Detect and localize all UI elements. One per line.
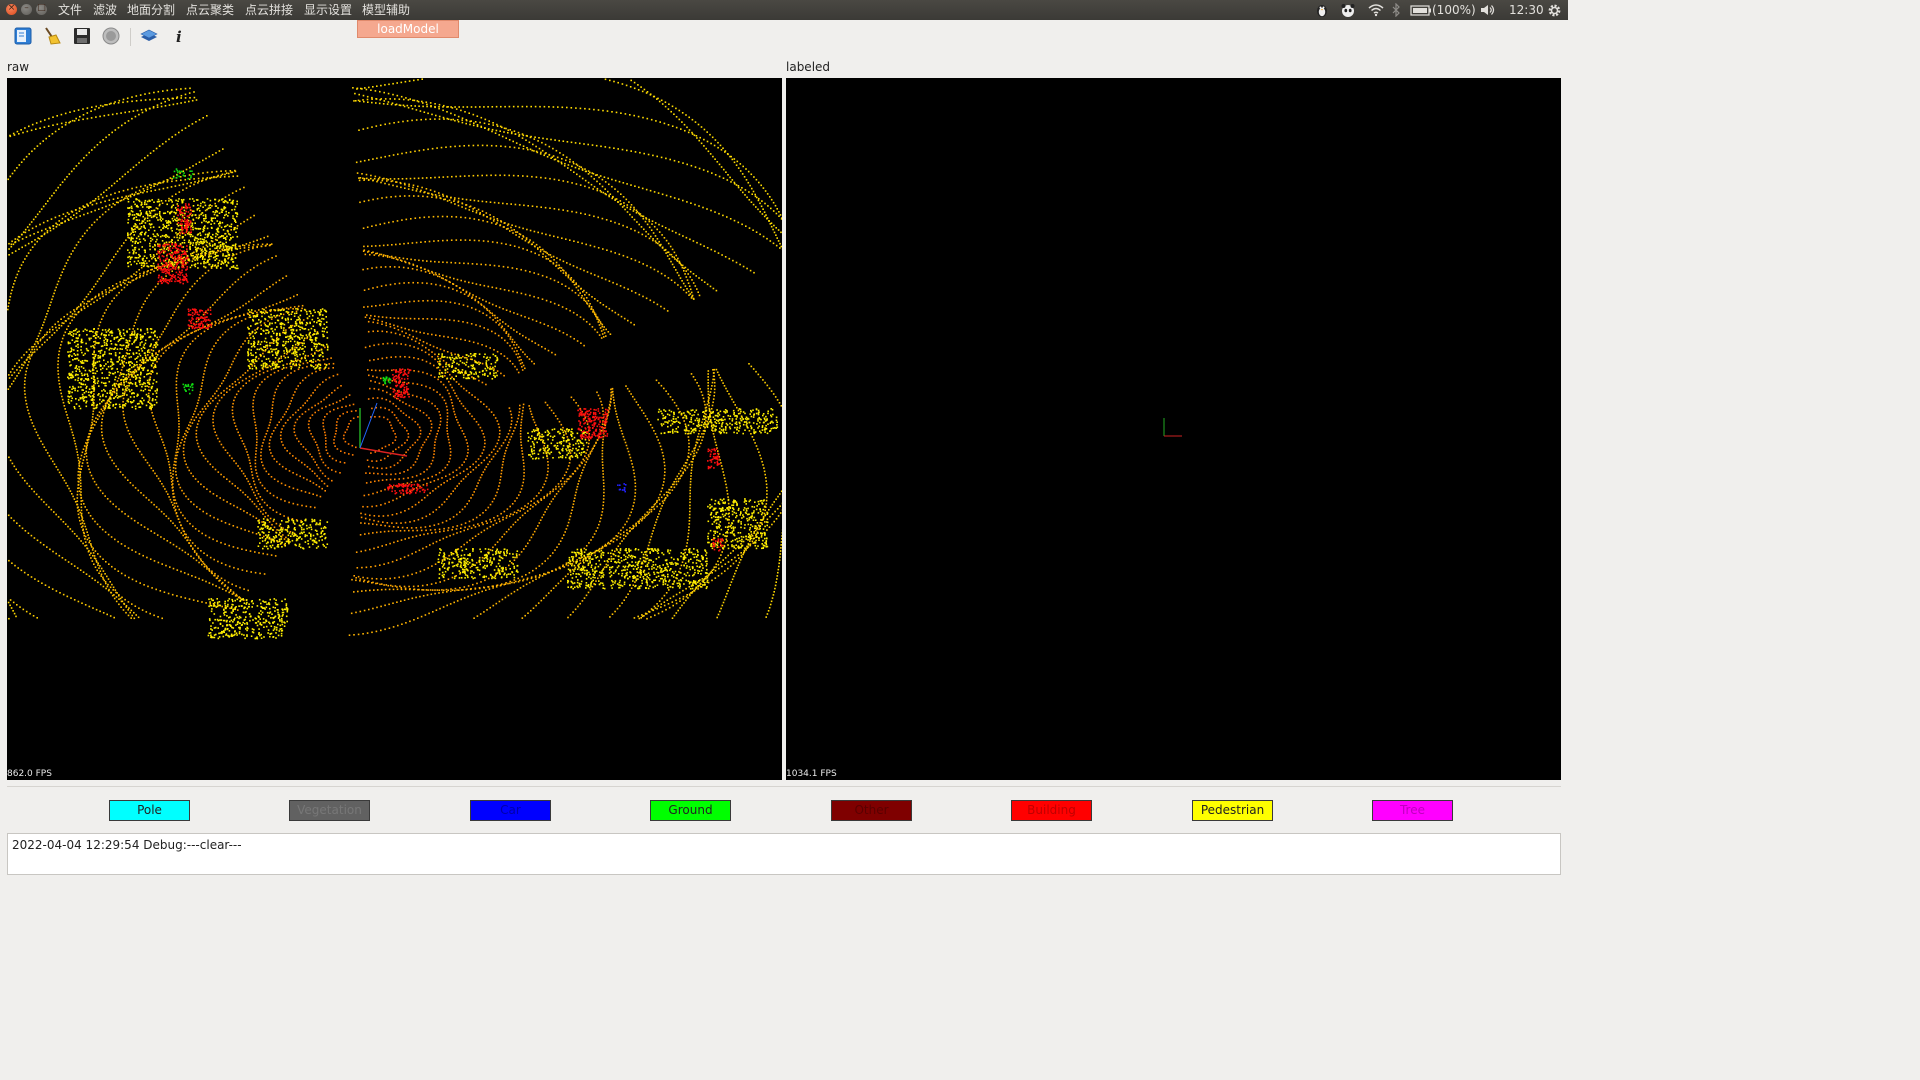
class-button-vegetation[interactable]: Vegetation bbox=[289, 800, 370, 821]
raw-fps-counter: 862.0 FPS bbox=[7, 769, 52, 779]
class-button-other[interactable]: Other bbox=[831, 800, 912, 821]
clean-broom-icon[interactable] bbox=[42, 26, 62, 46]
volume-icon[interactable] bbox=[1480, 3, 1496, 20]
penguin-icon[interactable] bbox=[1314, 3, 1330, 20]
battery-percent: (100%) bbox=[1432, 3, 1476, 17]
svg-text:i: i bbox=[176, 28, 182, 46]
raw-pane-title: raw bbox=[7, 60, 30, 74]
toolbar-separator bbox=[130, 28, 131, 46]
window-maximize-button[interactable]: □ bbox=[36, 3, 47, 15]
window-minimize-button[interactable]: – bbox=[21, 3, 32, 15]
panda-icon[interactable] bbox=[1340, 3, 1356, 20]
class-button-pole[interactable]: Pole bbox=[109, 800, 190, 821]
battery-indicator[interactable]: (100%) bbox=[1410, 3, 1476, 17]
class-button-car[interactable]: Car bbox=[470, 800, 551, 821]
menu-file[interactable]: 文件 bbox=[58, 3, 82, 17]
debug-log-output[interactable]: 2022-04-04 12:29:54 Debug:---clear--- bbox=[7, 833, 1561, 875]
record-circle-icon[interactable] bbox=[101, 26, 121, 46]
menu-ground-segmentation[interactable]: 地面分割 bbox=[127, 3, 175, 17]
layers-icon[interactable] bbox=[139, 26, 159, 46]
labeled-pointcloud-viewport[interactable]: 1034.1 FPS bbox=[786, 78, 1561, 780]
raw-pointcloud-render bbox=[7, 78, 782, 640]
class-button-ground[interactable]: Ground bbox=[650, 800, 731, 821]
menu-model-assist[interactable]: 模型辅助 bbox=[362, 3, 410, 17]
raw-pointcloud-viewport[interactable]: 862.0 FPS bbox=[7, 78, 782, 780]
labeled-pane-title: labeled bbox=[786, 60, 831, 74]
class-button-building[interactable]: Building bbox=[1011, 800, 1092, 821]
log-line: 2022-04-04 12:29:54 Debug:---clear--- bbox=[12, 838, 242, 852]
save-disk-icon[interactable] bbox=[72, 26, 92, 46]
menu-filter[interactable]: 滤波 bbox=[93, 3, 117, 17]
settings-gear-icon[interactable] bbox=[1547, 3, 1562, 21]
class-button-pedestrian[interactable]: Pedestrian bbox=[1192, 800, 1273, 821]
top-menu-bar: × – □ 文件 滤波 地面分割 点云聚类 点云拼接 显示设置 模型辅助 (10… bbox=[0, 0, 1568, 20]
info-icon[interactable]: i bbox=[169, 26, 189, 46]
labeled-fps-counter: 1034.1 FPS bbox=[786, 769, 837, 779]
wifi-icon[interactable] bbox=[1368, 3, 1384, 20]
clock[interactable]: 12:30 bbox=[1509, 3, 1544, 17]
open-file-icon[interactable] bbox=[13, 26, 33, 46]
menu-pointcloud-clustering[interactable]: 点云聚类 bbox=[186, 3, 234, 17]
toolbar: i bbox=[0, 20, 1568, 52]
menu-pointcloud-stitching[interactable]: 点云拼接 bbox=[245, 3, 293, 17]
section-divider bbox=[7, 786, 1561, 787]
menu-display-settings[interactable]: 显示设置 bbox=[304, 3, 352, 17]
labeled-axes-gizmo bbox=[1163, 418, 1182, 437]
bluetooth-icon[interactable] bbox=[1391, 2, 1401, 20]
window-close-button[interactable]: × bbox=[6, 3, 17, 15]
class-button-tree[interactable]: Tree bbox=[1372, 800, 1453, 821]
